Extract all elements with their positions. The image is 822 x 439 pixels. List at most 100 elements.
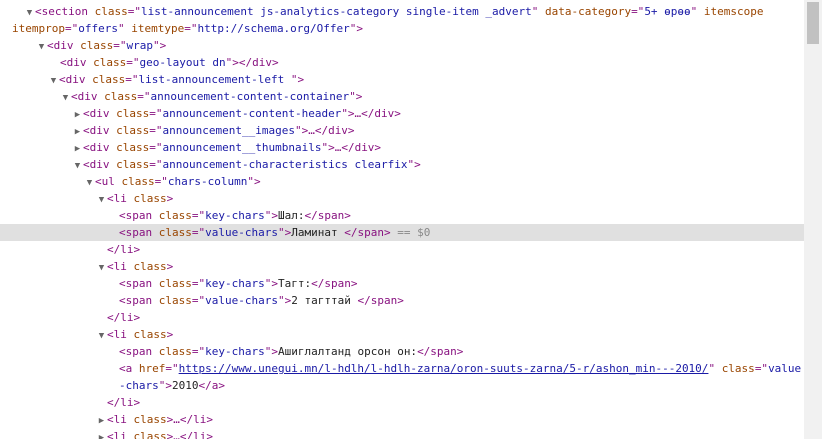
dom-node-span-key-chars-3[interactable]: <span class="key-chars">Ашиглалтанд орсо… xyxy=(0,343,804,360)
dom-node-li-3-close[interactable]: </li> xyxy=(0,394,804,411)
attr-name: itemtype xyxy=(131,22,185,35)
dom-node-span-key-chars-2[interactable]: <span class="key-chars">Тагт:</span> xyxy=(0,275,804,292)
text-node: Ашиглалтанд орсон он: xyxy=(277,345,418,358)
tag-punctuation: <div xyxy=(83,124,117,137)
dom-node-div-wrap[interactable]: ▼ <div class="wrap"> xyxy=(0,37,804,54)
tag-punctuation: <li xyxy=(107,192,134,205)
attr-name: class xyxy=(133,328,167,341)
attr-value: -chars xyxy=(119,379,159,392)
attr-name: class xyxy=(158,277,192,290)
dom-node-div-images[interactable]: ▶ <div class="announcement__images">…</di… xyxy=(0,122,804,139)
tag-punctuation: <a xyxy=(119,362,139,375)
tag-punctuation: =" xyxy=(149,124,163,137)
dom-node-div-thumbnails[interactable]: ▶ <div class="announcement__thumbnails">…… xyxy=(0,139,804,156)
attr-name: class xyxy=(158,209,192,222)
dom-node-div-content-header[interactable]: ▶ <div class="announcement-content-header… xyxy=(0,105,804,122)
dom-node-ul-chars-column[interactable]: ▼ <ul class="chars-column"> xyxy=(0,173,804,190)
href-link[interactable]: https://www.unegui.mn/l-hdlh/l-hdlh-zarn… xyxy=(179,362,709,375)
dom-node-div-list-announcement-left[interactable]: ▼ <div class="list-announcement-left "> xyxy=(0,71,804,88)
attr-name: class xyxy=(116,158,150,171)
text-node: Ламинат xyxy=(291,226,345,239)
tag-punctuation: =" xyxy=(125,73,139,86)
tag-punctuation: </li> xyxy=(107,243,141,256)
dom-node-div-content-container[interactable]: ▼ <div class="announcement-content-contai… xyxy=(0,88,804,105)
tag-punctuation: =" xyxy=(191,209,206,222)
tag-punctuation: =" xyxy=(149,107,163,120)
tag-punctuation: =" xyxy=(127,5,141,18)
expand-toggle-icon[interactable]: ▶ xyxy=(96,430,107,439)
tag-punctuation: <span xyxy=(119,209,159,222)
dom-node-li-1[interactable]: ▼ <li class> xyxy=(0,190,804,207)
dom-node-div-characteristics[interactable]: ▼ <div class="announcement-characteristic… xyxy=(0,156,804,173)
dom-node-li-4-collapsed[interactable]: ▶ <li class>…</li> xyxy=(0,411,804,428)
tag-punctuation: "> xyxy=(158,379,172,392)
tag-punctuation: <span xyxy=(119,294,159,307)
tag-punctuation: =" xyxy=(754,362,769,375)
dom-node-a-value-chars-3[interactable]: <a href =" https://www.unegui.mn/l-hdlh/l-… xyxy=(0,360,804,377)
tag-punctuation: </span> xyxy=(311,277,358,290)
attr-value: value-chars xyxy=(205,226,278,239)
tag-punctuation: </span> xyxy=(417,345,464,358)
dom-node-div-geo-layout[interactable]: <div class="geo-layout dn"></div> xyxy=(0,54,804,71)
attr-name: href xyxy=(138,362,166,375)
attr-value: offers xyxy=(78,22,118,35)
vertical-scrollbar[interactable] xyxy=(804,0,822,439)
dom-node-span-value-chars-1-selected[interactable]: <span class="value-chars">Ламинат </span… xyxy=(0,224,804,241)
scrollbar-thumb[interactable] xyxy=(807,2,819,44)
attr-value: announcement-characteristics clearfix xyxy=(162,158,408,171)
attr-name: class xyxy=(133,192,167,205)
tag-punctuation: "> xyxy=(290,73,305,86)
dom-node-span-key-chars-1[interactable]: <span class="key-chars">Шал:</span> xyxy=(0,207,804,224)
tag-punctuation: =" xyxy=(631,5,645,18)
dom-node-a-value-chars-3-cont[interactable]: -chars">2010</a> xyxy=(0,377,804,394)
attr-value: list-announcement-left xyxy=(138,73,291,86)
dom-node-li-1-close[interactable]: </li> xyxy=(0,241,804,258)
attr-name: class xyxy=(121,175,155,188)
attr-name: class xyxy=(721,362,755,375)
tag-punctuation: <div xyxy=(59,73,93,86)
tag-punctuation: >…</li> xyxy=(166,413,213,426)
attr-name: class xyxy=(93,56,127,69)
tag-punctuation: </a> xyxy=(198,379,226,392)
tag-punctuation: " xyxy=(117,22,132,35)
dom-node-li-2[interactable]: ▼ <li class> xyxy=(0,258,804,275)
tag-punctuation: =" xyxy=(149,141,163,154)
tag-punctuation: =" xyxy=(191,277,206,290)
tag-punctuation: <section xyxy=(35,5,95,18)
tag-punctuation: </span> xyxy=(304,209,351,222)
tag-punctuation: =" xyxy=(149,158,163,171)
tag-punctuation: " xyxy=(531,5,545,18)
tag-punctuation: > xyxy=(166,328,174,341)
dom-node-span-value-chars-2[interactable]: <span class="value-chars">2 тагттай </sp… xyxy=(0,292,804,309)
tag-punctuation: > xyxy=(166,260,174,273)
tag-punctuation: <li xyxy=(107,328,134,341)
tag-punctuation: =" xyxy=(191,294,206,307)
tag-punctuation: </span> xyxy=(344,226,391,239)
attr-value: list-announcement js-analytics-category … xyxy=(140,5,532,18)
tag-punctuation: <div xyxy=(47,39,81,52)
tag-punctuation: "> xyxy=(264,209,278,222)
tag-punctuation: "> xyxy=(349,90,363,103)
tag-punctuation: "></div> xyxy=(225,56,279,69)
dom-node-section-open[interactable]: ▼ <section class="list-announcement js-an… xyxy=(0,3,804,20)
tag-punctuation: "> xyxy=(264,277,278,290)
attr-value: announcement__thumbnails xyxy=(162,141,322,154)
text-node: 2 тагттай xyxy=(291,294,358,307)
tag-punctuation: >…</li> xyxy=(166,430,213,439)
dom-node-li-2-close[interactable]: </li> xyxy=(0,309,804,326)
tag-punctuation: </li> xyxy=(107,396,141,409)
attr-value: chars-column xyxy=(167,175,248,188)
tag-punctuation: <span xyxy=(119,345,159,358)
tag-punctuation: <ul xyxy=(95,175,122,188)
dom-node-section-attrs-cont[interactable]: itemprop="offers" itemtype="http://schem… xyxy=(0,20,804,37)
tag-punctuation: <span xyxy=(119,277,159,290)
tag-punctuation: =" xyxy=(113,39,127,52)
attr-value: key-chars xyxy=(205,209,265,222)
tag-punctuation: " xyxy=(690,5,704,18)
dom-node-li-3[interactable]: ▼ <li class> xyxy=(0,326,804,343)
attr-name: itemscope xyxy=(703,5,764,18)
tag-punctuation: =" xyxy=(64,22,79,35)
attr-value: key-chars xyxy=(205,277,265,290)
attr-value: key-chars xyxy=(205,345,265,358)
dom-node-li-5-collapsed[interactable]: ▶ <li class>…</li> xyxy=(0,428,804,439)
